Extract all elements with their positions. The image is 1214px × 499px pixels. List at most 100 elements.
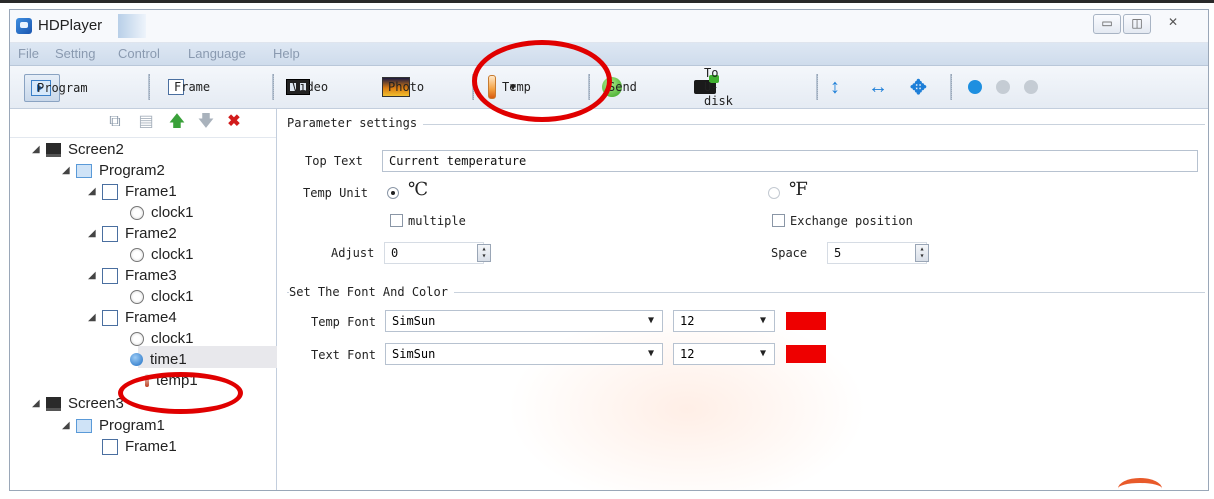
vertical-arrow-icon: ↕ bbox=[830, 75, 840, 98]
frame-icon bbox=[102, 309, 118, 326]
toolbar-separator bbox=[950, 74, 952, 100]
thermometer-icon bbox=[145, 374, 149, 387]
temp-font-value: SimSun bbox=[392, 314, 436, 328]
chevron-down-icon: ▼ bbox=[647, 315, 654, 326]
text-size-select[interactable]: 12 ▼ bbox=[673, 343, 775, 365]
tree-item-frame1[interactable]: Frame1 bbox=[102, 436, 177, 457]
tree-item-temp1[interactable]: temp1 bbox=[145, 370, 198, 391]
program-button[interactable]: Program bbox=[24, 74, 88, 102]
tree-item-program2[interactable]: ◢ Program2 bbox=[62, 160, 165, 181]
menu-setting[interactable]: Setting bbox=[55, 46, 95, 61]
temp-color-swatch[interactable] bbox=[786, 312, 826, 330]
menu-bar: File Setting Control Language Help bbox=[10, 43, 1208, 66]
properties-pane: Parameter settings Top Text Current temp… bbox=[277, 109, 1208, 490]
tree-item-clock1[interactable]: clock1 bbox=[130, 244, 194, 265]
fahrenheit-radio[interactable] bbox=[768, 187, 780, 199]
multiple-checkbox[interactable] bbox=[390, 214, 403, 227]
tree-item-frame3[interactable]: ◢ Frame3 bbox=[88, 265, 177, 286]
tree-toolbar: ⧉ ▤ 🡅 🡇 ✖ bbox=[10, 109, 276, 138]
main-window: HDPlayer ▭ ◫ ✕ File Setting Control Lang… bbox=[9, 9, 1209, 491]
menu-help[interactable]: Help bbox=[273, 46, 300, 61]
clock-icon bbox=[130, 331, 144, 346]
celsius-radio[interactable] bbox=[387, 187, 399, 199]
text-font-value: SimSun bbox=[392, 347, 436, 361]
udisk-button[interactable]: To U-disk bbox=[694, 66, 733, 108]
tree-item-clock1[interactable]: clock1 bbox=[130, 328, 194, 349]
tree-item-screen3[interactable]: ◢ Screen3 bbox=[32, 393, 124, 414]
menu-language[interactable]: Language bbox=[188, 46, 246, 61]
screen-icon bbox=[46, 142, 61, 157]
play-icon bbox=[968, 80, 982, 94]
temp-size-value: 12 bbox=[680, 314, 695, 328]
photo-button[interactable]: Photo bbox=[382, 74, 424, 100]
toolbar-separator bbox=[148, 74, 150, 100]
horizontal-stretch-button[interactable]: ↔ bbox=[868, 74, 888, 100]
font-color-title: Set The Font And Color bbox=[289, 285, 454, 299]
vertical-stretch-button[interactable]: ↕ bbox=[830, 74, 840, 100]
title-bar: HDPlayer ▭ ◫ ✕ bbox=[10, 10, 1208, 43]
tree-item-frame1[interactable]: ◢ Frame1 bbox=[88, 181, 177, 202]
top-border bbox=[0, 0, 1214, 3]
temp-button[interactable]: Temp ▼ bbox=[488, 74, 531, 100]
maximize-button[interactable]: ◫ bbox=[1123, 14, 1151, 34]
group-divider bbox=[287, 124, 1205, 125]
text-font-label: Text Font bbox=[311, 348, 377, 362]
temp-font-select[interactable]: SimSun ▼ bbox=[385, 310, 663, 332]
move-cross-icon: ✥ bbox=[910, 76, 927, 99]
paste-icon[interactable]: ▤ bbox=[137, 113, 155, 131]
multiple-label: multiple bbox=[408, 214, 466, 228]
tree-item-clock1[interactable]: clock1 bbox=[130, 286, 194, 307]
move-up-icon[interactable]: 🡅 bbox=[168, 113, 186, 131]
toolbar-separator bbox=[272, 74, 274, 100]
thermometer-icon bbox=[488, 75, 496, 99]
tree-item-program1[interactable]: ◢ Program1 bbox=[62, 415, 165, 436]
delete-icon[interactable]: ✖ bbox=[225, 113, 243, 131]
title-decoration bbox=[118, 14, 146, 38]
stop-icon bbox=[1024, 80, 1038, 94]
close-button[interactable]: ✕ bbox=[1160, 14, 1186, 32]
chevron-down-icon: ▼ bbox=[647, 348, 654, 359]
tree-item-screen2[interactable]: ◢ Screen2 bbox=[32, 139, 124, 160]
play-button[interactable] bbox=[968, 74, 982, 100]
menu-file[interactable]: File bbox=[18, 46, 39, 61]
tree-item-clock1[interactable]: clock1 bbox=[130, 202, 194, 223]
video-button[interactable]: Video bbox=[286, 74, 328, 100]
program-icon bbox=[76, 418, 92, 433]
adjust-spinner[interactable]: ▴ ▾ bbox=[477, 244, 491, 262]
temp-size-select[interactable]: 12 ▼ bbox=[673, 310, 775, 332]
screen-icon bbox=[46, 396, 61, 411]
text-font-select[interactable]: SimSun ▼ bbox=[385, 343, 663, 365]
send-button[interactable]: Send bbox=[602, 74, 637, 100]
minimize-button[interactable]: ▭ bbox=[1093, 14, 1121, 34]
chevron-down-icon: ▼ bbox=[759, 348, 766, 359]
move-button[interactable]: ✥ bbox=[910, 74, 927, 100]
toolbar-separator bbox=[588, 74, 590, 100]
tree-item-time1[interactable]: time1 bbox=[130, 349, 187, 370]
send-label: Send bbox=[608, 80, 637, 94]
adjust-input[interactable]: 0 bbox=[384, 242, 484, 264]
clock-icon bbox=[130, 289, 144, 304]
stop-button[interactable] bbox=[1024, 74, 1038, 100]
copy-icon[interactable]: ⧉ bbox=[106, 113, 124, 131]
clock-icon bbox=[130, 205, 144, 220]
top-text-label: Top Text bbox=[305, 154, 363, 168]
frame-icon bbox=[102, 183, 118, 200]
move-down-icon[interactable]: 🡇 bbox=[197, 113, 215, 131]
exchange-position-checkbox[interactable] bbox=[772, 214, 785, 227]
text-size-value: 12 bbox=[680, 347, 695, 361]
tree-item-frame4[interactable]: ◢ Frame4 bbox=[88, 307, 177, 328]
top-text-input[interactable]: Current temperature bbox=[382, 150, 1198, 172]
pause-button[interactable] bbox=[996, 74, 1010, 100]
celsius-label: ℃ bbox=[408, 179, 429, 200]
fahrenheit-label: ℉ bbox=[789, 179, 808, 200]
toolbar-separator bbox=[816, 74, 818, 100]
frame-button[interactable]: Frame bbox=[168, 74, 210, 100]
corner-logo-mark bbox=[1118, 478, 1162, 499]
tree-item-frame2[interactable]: ◢ Frame2 bbox=[88, 223, 177, 244]
toolbar-separator bbox=[472, 74, 474, 100]
menu-control[interactable]: Control bbox=[118, 46, 160, 61]
space-spinner[interactable]: ▴ ▾ bbox=[915, 244, 929, 262]
space-input[interactable]: 5 bbox=[827, 242, 927, 264]
space-label: Space bbox=[771, 246, 808, 260]
text-color-swatch[interactable] bbox=[786, 345, 826, 363]
